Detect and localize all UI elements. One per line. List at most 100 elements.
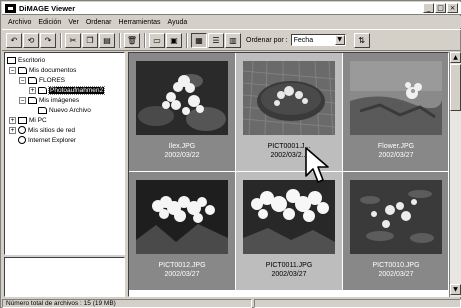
tree-item-nuevo-archivo[interactable]: Nuevo Archivo <box>38 105 91 115</box>
arrow-up-icon: ▲ <box>453 54 458 61</box>
title-bar: DiMAGE Viewer _ □ × <box>2 2 461 15</box>
thumbnail-cell[interactable]: PICT0010.JPG 2002/03/27 <box>343 172 448 290</box>
thumbnail-cell[interactable]: Flower.JPG 2002/03/27 <box>343 53 448 171</box>
window-title: DiMAGE Viewer <box>19 3 76 13</box>
tree-item-flores[interactable]: − FLORES <box>19 75 65 85</box>
menu-ordenar[interactable]: Ordenar <box>86 19 112 26</box>
rotate-left-button[interactable]: ↶ <box>6 32 22 48</box>
minimize-button[interactable]: _ <box>423 3 434 13</box>
sort-order-icon: ⇅ <box>358 35 365 45</box>
collapse-icon[interactable]: − <box>19 96 26 104</box>
menu-ver[interactable]: Ver <box>68 19 79 26</box>
sort-label: Ordenar por : <box>246 36 288 44</box>
tree-item-label: Photoaufnahmen2 <box>47 85 106 95</box>
scroll-thumb[interactable] <box>450 64 461 111</box>
list-icon: ☰ <box>212 35 220 45</box>
tree-item-label: Mis sitios de red <box>28 126 75 134</box>
tree-item-label: Mis documentos <box>29 66 77 74</box>
mouse-cursor-icon <box>305 147 329 183</box>
thumbnail-date: 2002/03/27 <box>378 271 414 278</box>
chevron-down-icon[interactable]: ▼ <box>334 35 345 45</box>
tree-item-label: Mi PC <box>29 116 47 124</box>
image-settings-button[interactable]: ▣ <box>166 32 182 48</box>
sort-value: Fecha <box>293 36 314 44</box>
computer-icon <box>18 116 27 124</box>
tree-item-mis-imagenes[interactable]: − Mis imágenes <box>19 95 79 105</box>
status-text: Número total de archivos : 15 (19 MB) <box>2 298 252 308</box>
folder-icon <box>38 106 47 114</box>
thumbnail-image <box>243 180 335 254</box>
tree-item-photoaufnahmen2[interactable]: + Photoaufnahmen2 <box>29 85 106 95</box>
folder-icon <box>18 66 27 74</box>
folder-tree: Escritorio − Mis documentos − FLORES + P… <box>4 52 125 255</box>
copy-icon: ❐ <box>86 35 94 45</box>
menu-ayuda[interactable]: Ayuda <box>168 19 188 26</box>
scroll-down-button[interactable]: ▼ <box>450 284 461 295</box>
thumbnail-grid: Ilex.JPG 2002/03/22 PICT0001.J... 2002/0… <box>128 52 449 297</box>
toolbar-separator <box>186 32 188 48</box>
thumbnail-image <box>243 61 335 135</box>
large-view-button[interactable]: ▥ <box>225 32 241 48</box>
toolbar-separator <box>60 32 62 48</box>
menu-archivo[interactable]: Archivo <box>8 19 31 26</box>
folder-icon <box>28 76 37 84</box>
arrow-down-icon: ▼ <box>453 286 458 293</box>
expand-icon[interactable]: + <box>29 86 36 94</box>
tree-item-label: Mis imágenes <box>39 96 80 104</box>
toolbar-separator <box>144 32 146 48</box>
scissors-icon: ✂ <box>69 35 77 45</box>
thumbnail-filename: PICT0010.JPG <box>372 262 420 269</box>
tree-item-internet-explorer[interactable]: Internet Explorer <box>18 135 76 145</box>
scroll-up-button[interactable]: ▲ <box>450 52 461 63</box>
detail-view-button[interactable]: ☰ <box>208 32 224 48</box>
large-thumbnail-icon: ▥ <box>229 35 237 45</box>
copy-button[interactable]: ❐ <box>82 32 98 48</box>
app-window: DiMAGE Viewer _ □ × Archivo Edición Ver … <box>0 0 461 308</box>
slideshow-button[interactable]: ▭ <box>149 32 165 48</box>
thumbnail-filename: Flower.JPG <box>377 143 415 150</box>
vertical-scrollbar[interactable]: ▲ ▼ <box>449 52 461 297</box>
collapse-icon[interactable]: − <box>19 76 26 84</box>
tree-item-mi-pc[interactable]: + Mi PC <box>9 115 47 125</box>
thumbnail-date: 2002/03/27 <box>164 271 200 278</box>
close-button[interactable]: × <box>447 3 458 13</box>
rotate-right-button[interactable]: ↷ <box>40 32 56 48</box>
image-settings-icon: ▣ <box>170 35 178 45</box>
maximize-button[interactable]: □ <box>435 3 446 13</box>
expand-icon[interactable]: + <box>9 126 16 134</box>
menu-herramientas[interactable]: Herramientas <box>119 19 161 26</box>
tree-item-mis-sitios-de-red[interactable]: + Mis sitios de red <box>9 125 75 135</box>
thumbnail-filename: Ilex.JPG <box>168 143 196 150</box>
thumbnail-date: 2002/03/27 <box>378 152 414 159</box>
sort-order-button[interactable]: ⇅ <box>353 32 370 48</box>
collapse-icon[interactable]: − <box>9 66 16 74</box>
rotate-left-icon: ↶ <box>10 35 18 45</box>
expand-icon[interactable]: + <box>9 116 16 124</box>
cut-button[interactable]: ✂ <box>65 32 81 48</box>
rotate-180-button[interactable]: ⟲ <box>23 32 39 48</box>
thumbnail-image <box>350 180 442 254</box>
thumbnail-cell[interactable]: PICT0012.JPG 2002/03/27 <box>129 172 235 290</box>
folder-icon <box>28 96 37 104</box>
tree-item-escritorio[interactable]: Escritorio <box>7 55 45 65</box>
tree-item-mis-documentos[interactable]: − Mis documentos <box>9 65 76 75</box>
status-panel <box>254 298 461 308</box>
paste-button[interactable]: ▤ <box>99 32 115 48</box>
thumbnail-view-button[interactable]: ▦ <box>191 32 207 48</box>
desktop-icon <box>7 56 16 64</box>
thumbnail-cell[interactable]: Ilex.JPG 2002/03/22 <box>129 53 235 171</box>
delete-button[interactable]: 🗑 <box>124 32 140 48</box>
thumbnail-image <box>136 61 228 135</box>
tree-item-label: FLORES <box>39 76 66 84</box>
thumbnail-date: 2002/03/22 <box>164 152 200 159</box>
menu-bar: Archivo Edición Ver Ordenar Herramientas… <box>2 16 461 28</box>
menu-edicion[interactable]: Edición <box>38 19 61 26</box>
folder-icon <box>38 86 47 94</box>
thumbnail-cell[interactable]: PICT0011.JPG 2002/03/27 <box>236 172 342 290</box>
ie-icon <box>18 136 26 144</box>
sort-select[interactable]: Fecha ▼ <box>290 34 346 46</box>
toolbar: ↶ ⟲ ↷ ✂ ❐ ▤ 🗑 ▭ ▣ ▦ ☰ ▥ Ordenar por : Fe… <box>2 29 461 51</box>
toolbar-separator <box>119 32 121 48</box>
preview-pane <box>4 257 125 297</box>
thumbnail-filename: PICT0011.JPG <box>265 262 313 269</box>
